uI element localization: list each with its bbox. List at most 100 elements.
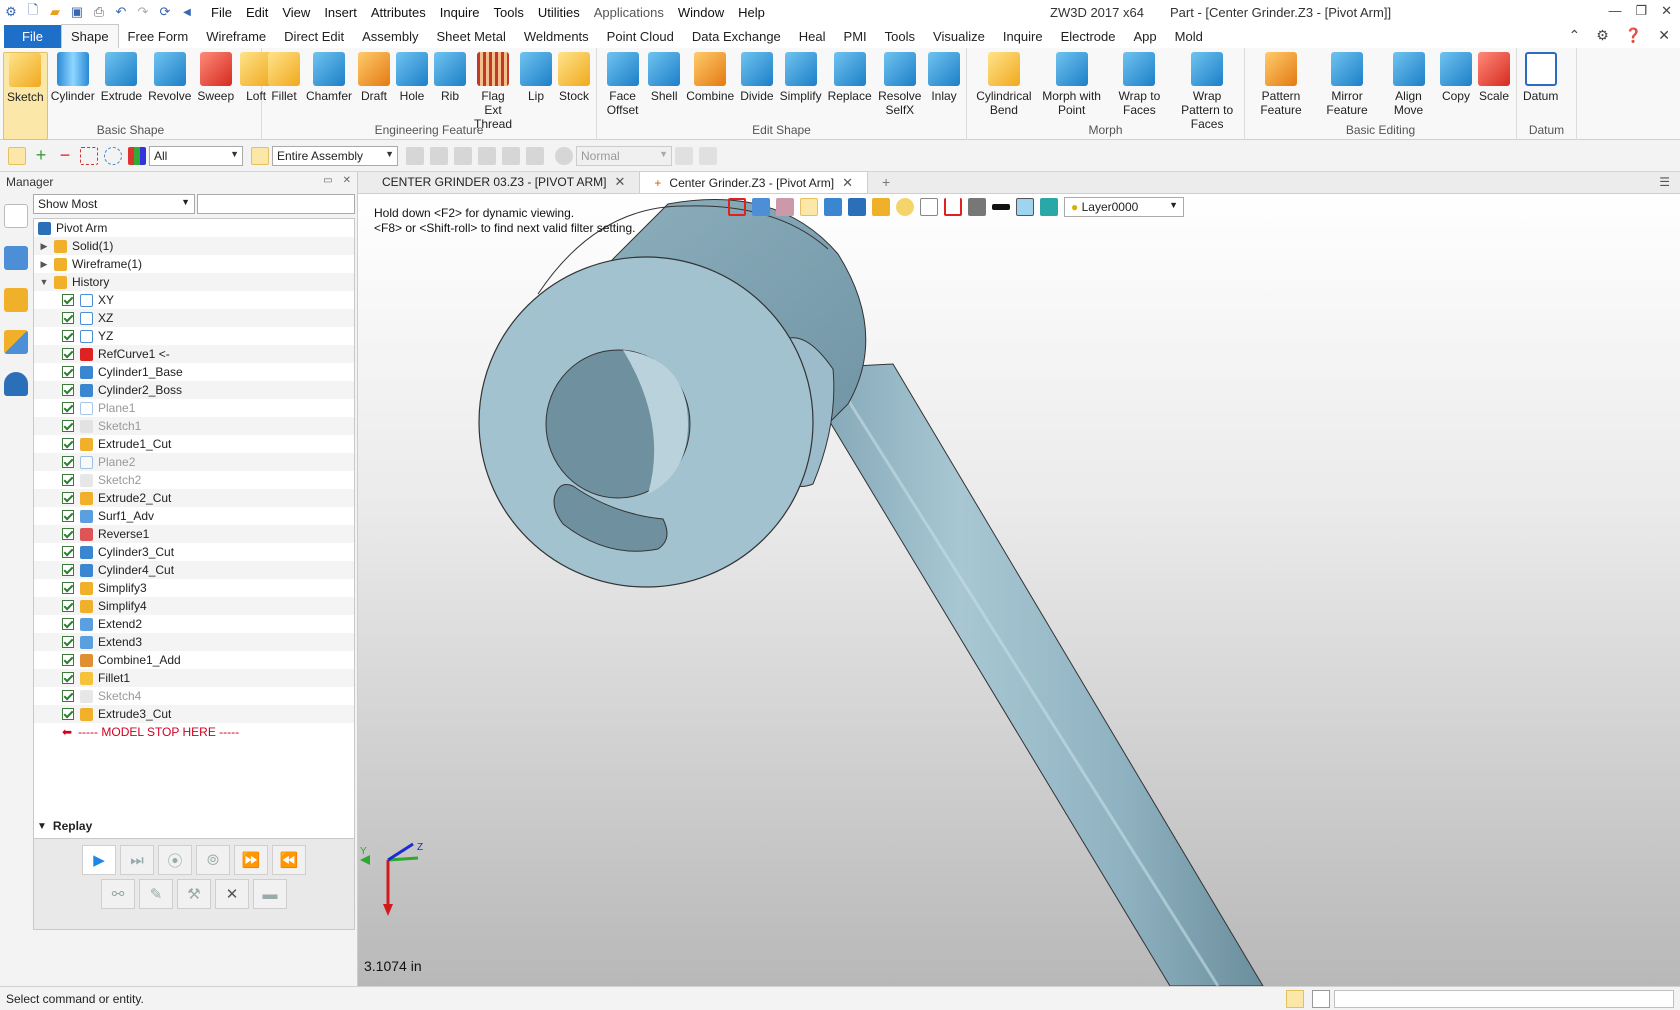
visibility-checkbox[interactable] bbox=[62, 510, 74, 522]
settings-gear-icon[interactable]: ⚙ bbox=[1596, 27, 1609, 44]
tree-row[interactable]: Surf1_Adv bbox=[34, 507, 354, 525]
box-select-icon[interactable] bbox=[80, 146, 98, 165]
visibility-checkbox[interactable] bbox=[62, 564, 74, 576]
tree-row[interactable]: Extrude3_Cut bbox=[34, 705, 354, 723]
tree-row[interactable]: Cylinder1_Base bbox=[34, 363, 354, 381]
zoom-fit-icon[interactable] bbox=[920, 198, 938, 216]
tree-row[interactable]: Extend3 bbox=[34, 633, 354, 651]
tab-point-cloud[interactable]: Point Cloud bbox=[598, 25, 683, 48]
layer-visibility-icon[interactable] bbox=[1040, 198, 1058, 216]
gear-snap-icon[interactable] bbox=[555, 146, 573, 165]
tree-row[interactable]: ▼ History bbox=[34, 273, 354, 291]
visibility-checkbox[interactable] bbox=[62, 402, 74, 414]
menu-edit[interactable]: Edit bbox=[239, 5, 275, 20]
regen-icon[interactable]: ⟳ bbox=[157, 4, 173, 20]
doc-tab-center-grinder-03[interactable]: CENTER GRINDER 03.Z3 - [PIVOT ARM] ✕ bbox=[368, 171, 639, 193]
layer-select[interactable]: ● Layer0000 ▼ bbox=[1064, 197, 1184, 217]
menu-utilities[interactable]: Utilities bbox=[531, 5, 587, 20]
menu-view[interactable]: View bbox=[275, 5, 317, 20]
tab-free-form[interactable]: Free Form bbox=[119, 25, 198, 48]
tab-sheet-metal[interactable]: Sheet Metal bbox=[428, 25, 515, 48]
user-tab-icon[interactable] bbox=[4, 372, 28, 396]
visibility-checkbox[interactable] bbox=[62, 618, 74, 630]
measure-icon[interactable] bbox=[776, 198, 794, 216]
visibility-checkbox[interactable] bbox=[62, 654, 74, 666]
rewind-button[interactable]: ⏪ bbox=[272, 845, 306, 875]
expand-toggle-icon[interactable]: ▼ bbox=[38, 277, 50, 287]
undo-icon[interactable]: ↶ bbox=[113, 4, 129, 20]
tree-row[interactable]: Cylinder4_Cut bbox=[34, 561, 354, 579]
display-cube-icon[interactable] bbox=[848, 198, 866, 216]
tree-row[interactable]: Extrude1_Cut bbox=[34, 435, 354, 453]
menu-help[interactable]: Help bbox=[731, 5, 772, 20]
visibility-checkbox[interactable] bbox=[62, 546, 74, 558]
tree-search-input[interactable] bbox=[197, 194, 355, 214]
tree-row[interactable]: ⬅ ----- MODEL STOP HERE ----- bbox=[34, 723, 354, 741]
tree-row[interactable]: Pivot Arm bbox=[34, 219, 354, 237]
print-icon[interactable]: ⎙ bbox=[91, 4, 107, 20]
visibility-checkbox[interactable] bbox=[62, 366, 74, 378]
render-mode-icon[interactable] bbox=[824, 198, 842, 216]
tab-data-exchange[interactable]: Data Exchange bbox=[683, 25, 790, 48]
tree-row[interactable]: Plane2 bbox=[34, 453, 354, 471]
tree-row[interactable]: XZ bbox=[34, 309, 354, 327]
visibility-checkbox[interactable] bbox=[62, 636, 74, 648]
add-icon[interactable]: + bbox=[32, 146, 50, 165]
tab-wireframe[interactable]: Wireframe bbox=[197, 25, 275, 48]
visibility-checkbox[interactable] bbox=[62, 312, 74, 324]
tree-row[interactable]: Cylinder3_Cut bbox=[34, 543, 354, 561]
view-tab-icon[interactable] bbox=[4, 330, 28, 354]
menu-inquire[interactable]: Inquire bbox=[433, 5, 487, 20]
history-tab-icon[interactable] bbox=[4, 204, 28, 228]
visibility-checkbox[interactable] bbox=[62, 294, 74, 306]
snap-icon-4[interactable] bbox=[478, 146, 496, 165]
status-view-icon[interactable] bbox=[1286, 990, 1304, 1008]
tab-inquire[interactable]: Inquire bbox=[994, 25, 1052, 48]
tree-row[interactable]: ▶ Wireframe(1) bbox=[34, 255, 354, 273]
tree-row[interactable]: Reverse1 bbox=[34, 525, 354, 543]
part-model[interactable]: Z Y bbox=[358, 194, 1680, 986]
new-file-icon[interactable]: 🗋 bbox=[25, 2, 41, 20]
close-icon[interactable]: ✕ bbox=[1661, 3, 1672, 19]
tab-assembly[interactable]: Assembly bbox=[353, 25, 427, 48]
snap-icon-1[interactable] bbox=[406, 146, 424, 165]
tab-tools[interactable]: Tools bbox=[876, 25, 924, 48]
visibility-checkbox[interactable] bbox=[62, 384, 74, 396]
step-over-button[interactable]: ⦾ bbox=[196, 845, 230, 875]
tree-row[interactable]: Fillet1 bbox=[34, 669, 354, 687]
tab-direct-edit[interactable]: Direct Edit bbox=[275, 25, 353, 48]
shaded-icon[interactable] bbox=[800, 198, 818, 216]
section-icon[interactable] bbox=[944, 198, 962, 216]
filter-select[interactable]: All ▼ bbox=[149, 145, 243, 166]
assembly-scope-select[interactable]: Entire Assembly ▼ bbox=[272, 145, 398, 166]
tab-close-icon[interactable]: ✕ bbox=[842, 175, 853, 191]
help-icon[interactable]: ❓ bbox=[1625, 27, 1642, 44]
snap-icon-5[interactable] bbox=[502, 146, 520, 165]
status-input-field[interactable] bbox=[1334, 990, 1674, 1008]
visibility-checkbox[interactable] bbox=[62, 528, 74, 540]
visibility-checkbox[interactable] bbox=[62, 492, 74, 504]
visibility-checkbox[interactable] bbox=[62, 420, 74, 432]
doc-tab-center-grinder[interactable]: + Center Grinder.Z3 - [Pivot Arm] ✕ bbox=[639, 171, 869, 193]
tab-weldments[interactable]: Weldments bbox=[515, 25, 598, 48]
collapse-ribbon-icon[interactable]: ⌃ bbox=[1569, 27, 1581, 44]
tree-row[interactable]: ▶ Solid(1) bbox=[34, 237, 354, 255]
snap-icon-2[interactable] bbox=[430, 146, 448, 165]
tab-app[interactable]: App bbox=[1125, 25, 1166, 48]
tab-electrode[interactable]: Electrode bbox=[1052, 25, 1125, 48]
step-forward-button[interactable]: ⏭ bbox=[120, 845, 154, 875]
visibility-checkbox[interactable] bbox=[62, 348, 74, 360]
menu-window[interactable]: Window bbox=[671, 5, 731, 20]
tab-heal[interactable]: Heal bbox=[790, 25, 835, 48]
part-tab-icon[interactable] bbox=[4, 288, 28, 312]
expand-toggle-icon[interactable]: ▶ bbox=[38, 241, 50, 252]
tree-row[interactable]: YZ bbox=[34, 327, 354, 345]
menu-file[interactable]: File bbox=[204, 5, 239, 20]
tree-row[interactable]: Extend2 bbox=[34, 615, 354, 633]
delete-button[interactable]: ✕ bbox=[215, 879, 249, 909]
tree-row[interactable]: Simplify4 bbox=[34, 597, 354, 615]
graphics-viewport[interactable]: ● Layer0000 ▼ Hold down <F2> for dynamic … bbox=[358, 194, 1680, 986]
tree-row[interactable]: Combine1_Add bbox=[34, 651, 354, 669]
tab-visualize[interactable]: Visualize bbox=[924, 25, 994, 48]
visibility-checkbox[interactable] bbox=[62, 456, 74, 468]
